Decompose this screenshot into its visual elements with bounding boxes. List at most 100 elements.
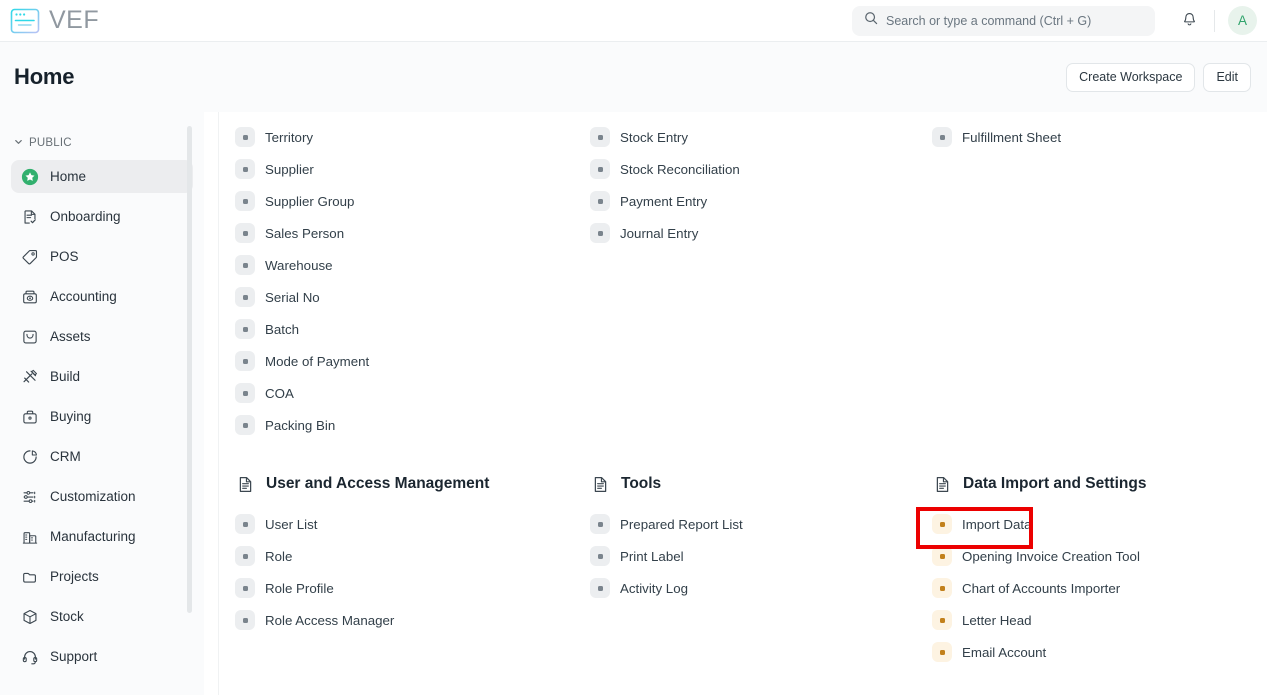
workspace-link-role-access-manager[interactable]: Role Access Manager: [235, 604, 590, 636]
workspace-link-import-data[interactable]: Import Data: [932, 508, 1252, 540]
global-search[interactable]: [852, 5, 1155, 36]
sidebar-item-accounting[interactable]: Accounting: [11, 280, 193, 313]
notifications-button[interactable]: [1175, 7, 1203, 35]
document-lines-icon: [932, 474, 952, 494]
sidebar-item-label: Customization: [50, 489, 136, 504]
bullet-icon: [235, 610, 255, 630]
bullet-icon: [590, 127, 610, 147]
browser-window-icon: [9, 7, 45, 35]
link-label: Mode of Payment: [265, 353, 370, 369]
bullet-icon: [590, 546, 610, 566]
sidebar-item-pos[interactable]: POS: [11, 240, 193, 273]
sidebar-item-home[interactable]: Home: [11, 160, 193, 193]
sidebar-section-label: PUBLIC: [29, 137, 72, 149]
bullet-icon: [235, 578, 255, 598]
workspace-link-supplier-group[interactable]: Supplier Group: [235, 185, 590, 217]
document-lines-icon: [235, 474, 255, 494]
document-check-icon: [21, 208, 39, 226]
workspace-link-role[interactable]: Role: [235, 540, 590, 572]
bullet-icon: [235, 351, 255, 371]
sidebar-item-customization[interactable]: Customization: [11, 480, 193, 513]
sidebar-item-list: Home Onboarding POS Accounting Assets Build Bu…: [11, 160, 193, 673]
avatar[interactable]: A: [1228, 6, 1257, 35]
star-circle-icon: [21, 168, 39, 186]
folder-icon: [21, 568, 39, 586]
workspace-link-email-account[interactable]: Email Account: [932, 636, 1252, 668]
page-title: Home: [14, 64, 75, 89]
workspace-link-mode-of-payment[interactable]: Mode of Payment: [235, 345, 590, 377]
bullet-icon: [235, 255, 255, 275]
search-input[interactable]: [886, 13, 1143, 28]
header-actions: Create Workspace Edit: [1066, 62, 1251, 92]
workspace-link-role-profile[interactable]: Role Profile: [235, 572, 590, 604]
workspace-link-print-label[interactable]: Print Label: [590, 540, 932, 572]
sidebar-item-label: CRM: [50, 449, 81, 464]
sidebar-item-manufacturing[interactable]: Manufacturing: [11, 520, 193, 553]
main-content: Territory Supplier Supplier Group Sales Per…: [218, 112, 1252, 695]
link-label: Sales Person: [265, 225, 345, 241]
package-icon: [21, 608, 39, 626]
workspace-link-journal-entry[interactable]: Journal Entry: [590, 217, 932, 249]
bullet-icon: [932, 578, 952, 598]
workspace-link-serial-no[interactable]: Serial No: [235, 281, 590, 313]
sidebar-item-label: Support: [50, 649, 98, 664]
sidebar-item-projects[interactable]: Projects: [11, 560, 193, 593]
bullet-icon: [590, 191, 610, 211]
sidebar-item-buying[interactable]: Buying: [11, 400, 193, 433]
bullet-icon: [235, 223, 255, 243]
link-label: Role Profile: [265, 580, 334, 596]
workspace-link-stock-entry[interactable]: Stock Entry: [590, 121, 932, 153]
bullet-icon: [235, 127, 255, 147]
top-link-grid: Territory Supplier Supplier Group Sales Per…: [235, 121, 1252, 441]
workspace-link-coa[interactable]: COA: [235, 377, 590, 409]
brand-logo[interactable]: VEF: [9, 7, 99, 35]
briefcase-icon: [21, 408, 39, 426]
workspace-link-user-list[interactable]: User List: [235, 508, 590, 540]
bell-icon: [1181, 11, 1198, 31]
sidebar-item-support[interactable]: Support: [11, 640, 193, 673]
workspace-link-fulfillment-sheet[interactable]: Fulfillment Sheet: [932, 121, 1252, 153]
sidebar: PUBLIC Home Onboarding POS Accounting Assets…: [0, 112, 204, 695]
sidebar-item-label: Buying: [50, 409, 92, 424]
sidebar-item-build[interactable]: Build: [11, 360, 193, 393]
workspace-link-chart-of-accounts-importer[interactable]: Chart of Accounts Importer: [932, 572, 1252, 604]
link-label: Batch: [265, 321, 300, 337]
bullet-icon: [932, 610, 952, 630]
workspace-link-activity-log[interactable]: Activity Log: [590, 572, 932, 604]
card-sections-grid: User and Access Management User List Role R…: [235, 474, 1252, 668]
sidebar-item-assets[interactable]: Assets: [11, 320, 193, 353]
headset-icon: [21, 648, 39, 666]
bullet-icon: [235, 546, 255, 566]
workspace-link-packing-bin[interactable]: Packing Bin: [235, 409, 590, 441]
create-workspace-button[interactable]: Create Workspace: [1066, 62, 1196, 92]
workspace-link-sales-person[interactable]: Sales Person: [235, 217, 590, 249]
brand-text: VEF: [49, 6, 100, 34]
workspace-link-payment-entry[interactable]: Payment Entry: [590, 185, 932, 217]
workspace-link-opening-invoice-creation-tool[interactable]: Opening Invoice Creation Tool: [932, 540, 1252, 572]
workspace-body: Territory Supplier Supplier Group Sales Per…: [219, 112, 1252, 668]
link-label: Import Data: [962, 516, 1032, 532]
sidebar-item-stock[interactable]: Stock: [11, 600, 193, 633]
top-links-column-3: Fulfillment Sheet: [932, 121, 1252, 441]
edit-button[interactable]: Edit: [1203, 62, 1251, 92]
workspace-link-batch[interactable]: Batch: [235, 313, 590, 345]
tools-icon: [21, 368, 39, 386]
page-header: Home Create Workspace Edit: [0, 42, 1267, 112]
workspace-link-prepared-report-list[interactable]: Prepared Report List: [590, 508, 932, 540]
sidebar-section-public[interactable]: PUBLIC: [11, 112, 193, 160]
link-label: Serial No: [265, 289, 320, 305]
sidebar-item-onboarding[interactable]: Onboarding: [11, 200, 193, 233]
workspace-link-supplier[interactable]: Supplier: [235, 153, 590, 185]
sidebar-item-label: Projects: [50, 569, 99, 584]
workspace-link-stock-reconciliation[interactable]: Stock Reconciliation: [590, 153, 932, 185]
sidebar-item-crm[interactable]: CRM: [11, 440, 193, 473]
workspace-link-warehouse[interactable]: Warehouse: [235, 249, 590, 281]
bullet-icon: [590, 159, 610, 179]
bullet-icon: [235, 514, 255, 534]
workspace-link-territory[interactable]: Territory: [235, 121, 590, 153]
workspace-link-letter-head[interactable]: Letter Head: [932, 604, 1252, 636]
link-label: Warehouse: [265, 257, 333, 273]
section-data-import-and-settings: Data Import and Settings Import Data Openi…: [932, 474, 1252, 668]
sidebar-scrollbar[interactable]: [187, 126, 192, 613]
top-links-column-2: Stock Entry Stock Reconciliation Payment E…: [590, 121, 932, 441]
